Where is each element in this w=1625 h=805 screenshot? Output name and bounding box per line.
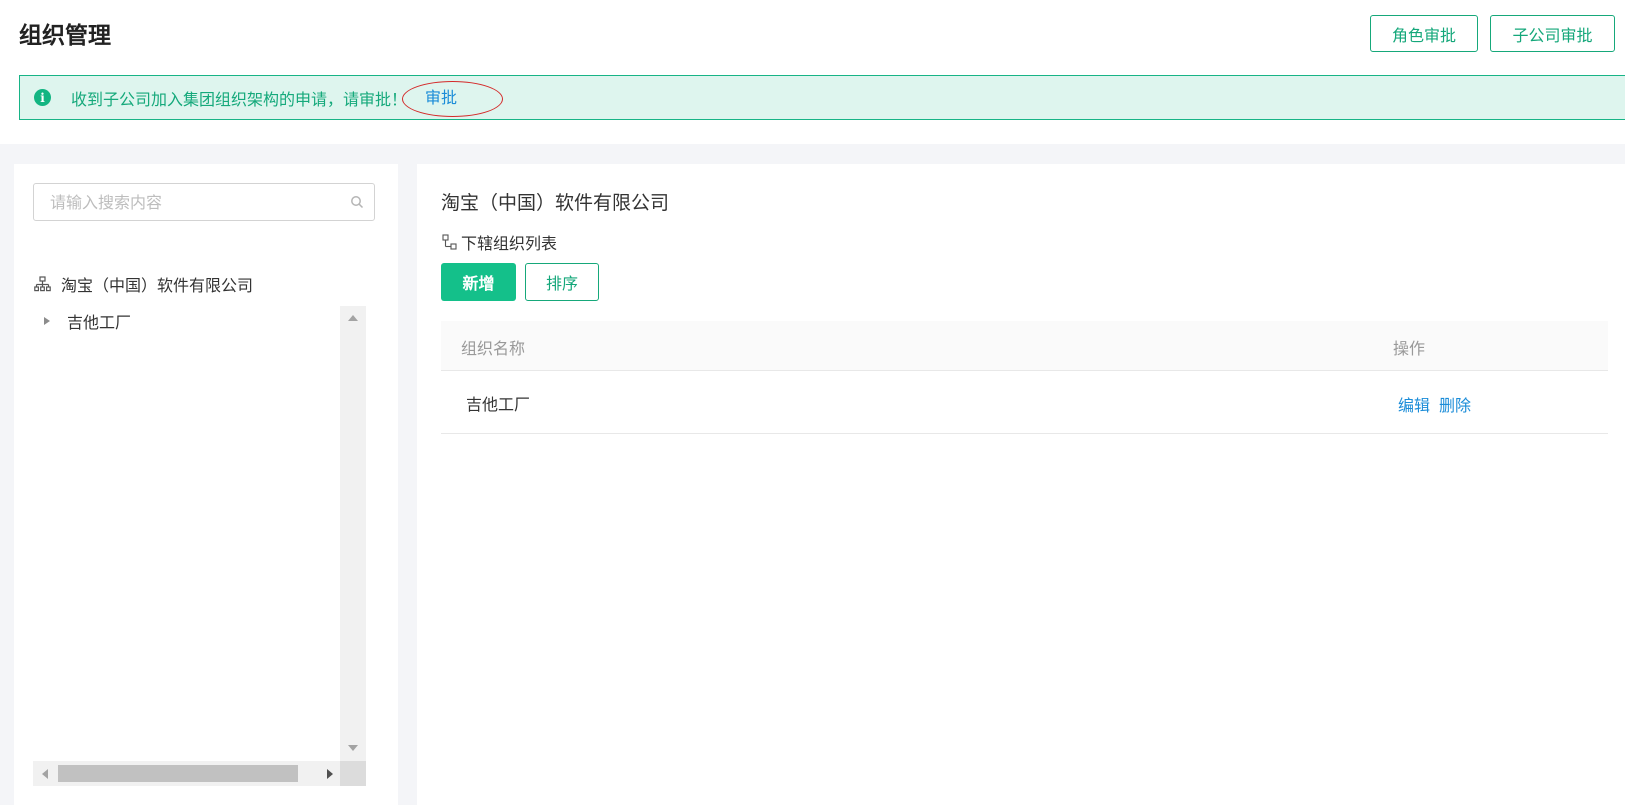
search-box — [33, 183, 375, 221]
scroll-up-arrow-icon[interactable] — [348, 315, 358, 321]
org-table: 组织名称 操作 吉他工厂 编辑 删除 — [441, 321, 1608, 434]
subsidiary-approval-button[interactable]: 子公司审批 — [1490, 15, 1615, 52]
approval-alert: i 收到子公司加入集团组织架构的申请，请审批！ 审批 — [19, 75, 1625, 120]
section-title: 下辖组织列表 — [441, 230, 557, 254]
sort-button[interactable]: 排序 — [525, 263, 599, 301]
org-name-cell: 吉他工厂 — [466, 395, 531, 414]
table-row: 吉他工厂 编辑 删除 — [441, 371, 1608, 434]
org-detail-panel: 淘宝（中国）软件有限公司 下辖组织列表 新增 排序 组织名称 操作 吉他工厂 编… — [417, 164, 1625, 805]
hierarchy-icon — [442, 234, 457, 250]
edit-link[interactable]: 编辑 — [1398, 392, 1430, 416]
column-header-name: 组织名称 — [461, 339, 526, 358]
section-title-label: 下辖组织列表 — [461, 234, 558, 253]
alert-message: 收到子公司加入集团组织架构的申请，请审批！ — [71, 89, 408, 109]
search-input[interactable] — [34, 184, 350, 220]
scroll-thumb[interactable] — [58, 765, 298, 782]
table-header: 组织名称 操作 — [441, 321, 1608, 371]
add-button[interactable]: 新增 — [441, 263, 516, 301]
tree-node-label: 吉他工厂 — [67, 313, 132, 332]
scroll-left-arrow-icon[interactable] — [42, 769, 48, 779]
org-tree-panel: 淘宝（中国）软件有限公司 吉他工厂 — [14, 164, 398, 805]
page-header: 组织管理 角色审批 子公司审批 i 收到子公司加入集团组织架构的申请，请审批！ … — [0, 0, 1625, 144]
approve-link[interactable]: 审批 — [425, 84, 457, 108]
scrollbar-corner — [340, 761, 366, 786]
org-chart-icon — [34, 275, 51, 291]
scroll-down-arrow-icon[interactable] — [348, 745, 358, 751]
tree-root-label: 淘宝（中国）软件有限公司 — [61, 276, 254, 295]
tree-node[interactable]: 吉他工厂 — [33, 306, 131, 336]
vertical-scrollbar[interactable] — [340, 306, 366, 761]
row-actions: 编辑 删除 — [1398, 392, 1471, 416]
delete-link[interactable]: 删除 — [1439, 392, 1471, 416]
horizontal-scrollbar[interactable] — [33, 761, 366, 786]
role-approval-button[interactable]: 角色审批 — [1370, 15, 1478, 52]
search-icon[interactable] — [350, 195, 364, 209]
page-title: 组织管理 — [19, 23, 111, 49]
tree-root-node[interactable]: 淘宝（中国）软件有限公司 — [34, 272, 253, 296]
scroll-right-arrow-icon[interactable] — [327, 769, 333, 779]
info-icon: i — [34, 89, 51, 106]
column-header-actions: 操作 — [1393, 339, 1426, 358]
tree-scroll-area: 吉他工厂 — [33, 306, 380, 786]
company-title: 淘宝（中国）软件有限公司 — [441, 192, 670, 214]
expand-caret-icon[interactable] — [44, 317, 50, 325]
